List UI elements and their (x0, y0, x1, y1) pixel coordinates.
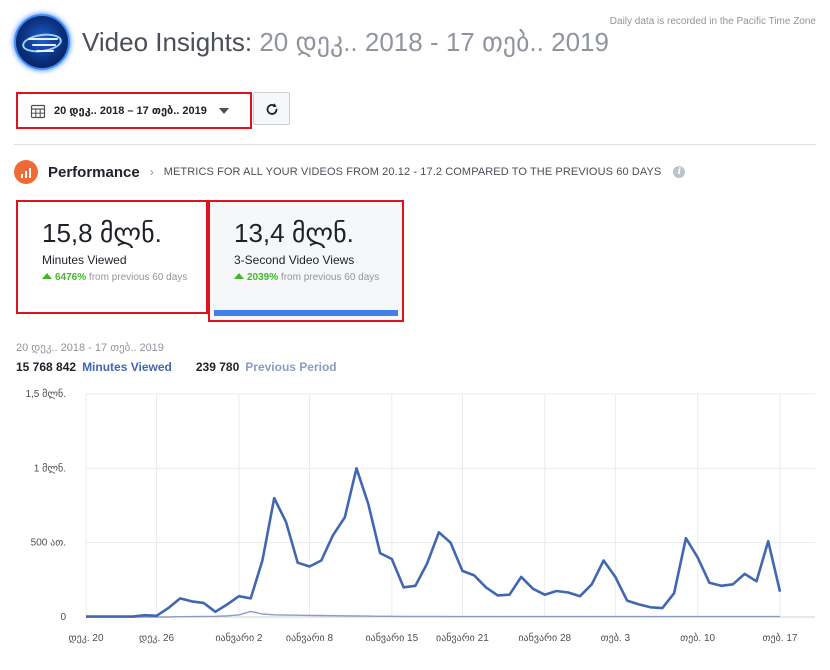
x-tick-label: თებ. 3 (601, 632, 631, 644)
x-tick-label: დეკ. 26 (139, 633, 174, 644)
selected-indicator (214, 310, 398, 316)
x-tick-label: იანვარი 21 (436, 632, 489, 644)
page-title-range: 20 დეკ.. 2018 - 17 თებ.. 2019 (259, 26, 609, 57)
x-tick-label: იანვარი 2 (215, 632, 263, 644)
performance-header: Performance › METRICS FOR ALL YOUR VIDEO… (14, 160, 686, 184)
performance-icon (14, 160, 38, 184)
metric-delta: 6476% from previous 60 days (42, 270, 192, 286)
y-tick-label: 500 ათ. (31, 538, 66, 549)
chevron-right-icon: › (149, 165, 154, 179)
legend-current[interactable]: Minutes Viewed (82, 360, 172, 374)
info-icon[interactable]: i (673, 166, 686, 178)
date-range-label: 20 დეკ.. 2018 – 17 თებ.. 2019 (54, 105, 207, 117)
metric-delta-suffix: from previous 60 days (88, 272, 188, 283)
chevron-down-icon (218, 107, 229, 114)
metric-card-minutes-viewed[interactable]: 15,8 მლნ. Minutes Viewed 6476% from prev… (16, 200, 208, 314)
metric-delta: 2039% from previous 60 days (234, 270, 388, 286)
date-range-picker[interactable]: 20 დეკ.. 2018 – 17 თებ.. 2019 (16, 92, 252, 129)
metric-delta-suffix: from previous 60 days (280, 272, 380, 283)
x-tick-label: იანვარი 8 (286, 632, 334, 644)
page-logo[interactable] (14, 14, 70, 70)
x-tick-label: იანვარი 28 (518, 632, 571, 644)
calendar-icon (30, 104, 46, 118)
metric-name: Minutes Viewed (42, 253, 127, 267)
refresh-button[interactable] (253, 92, 290, 125)
chart-date-range: 20 დეკ.. 2018 - 17 თებ.. 2019 (16, 342, 164, 354)
metric-value: 13,4 მლნ. (234, 218, 354, 248)
y-tick-label: 0 (60, 612, 66, 623)
metric-name: 3-Second Video Views (234, 253, 355, 267)
series-line-previous-period (86, 610, 780, 618)
refresh-icon (266, 102, 277, 115)
page-header: Video Insights: 20 დეკ.. 2018 - 17 თებ..… (14, 14, 609, 70)
arrow-up-icon (234, 273, 244, 279)
metric-delta-pct: 2039% (247, 272, 279, 283)
timezone-note: Daily data is recorded in the Pacific Ti… (609, 16, 816, 27)
x-tick-label: თებ. 17 (763, 632, 798, 644)
previous-total: 239 780 (195, 360, 240, 374)
y-tick-label: 1 მლნ. (34, 462, 66, 474)
performance-subtitle: METRICS FOR ALL YOUR VIDEOS FROM 20.12 -… (163, 166, 662, 178)
metric-delta-pct: 6476% (55, 272, 87, 283)
x-tick-label: იანვარი 15 (365, 632, 418, 644)
page-title: Video Insights: 20 დეკ.. 2018 - 17 თებ..… (82, 27, 609, 58)
legend-previous[interactable]: Previous Period (245, 360, 336, 374)
line-chart[interactable]: 0 500 ათ. 1 მლნ. 1,5 მლნ. დეკ. 20 დეკ. 26 იანვ… (0, 382, 830, 670)
section-divider (14, 144, 816, 145)
x-tick-label: დეკ. 20 (68, 633, 103, 644)
y-tick-label: 1,5 მლნ. (25, 388, 66, 400)
current-total: 15 768 842 (16, 360, 77, 374)
x-tick-label: თებ. 10 (680, 632, 715, 644)
metric-value: 15,8 მლნ. (42, 218, 162, 248)
performance-title[interactable]: Performance (48, 164, 140, 181)
metric-card-3-second-views[interactable]: 13,4 მლნ. 3-Second Video Views 2039% fro… (208, 200, 404, 322)
chart-legend: 15 768 842 Minutes Viewed 239 780 Previo… (16, 360, 337, 374)
page-title-text: Video Insights: (82, 26, 253, 57)
arrow-up-icon (42, 273, 52, 279)
